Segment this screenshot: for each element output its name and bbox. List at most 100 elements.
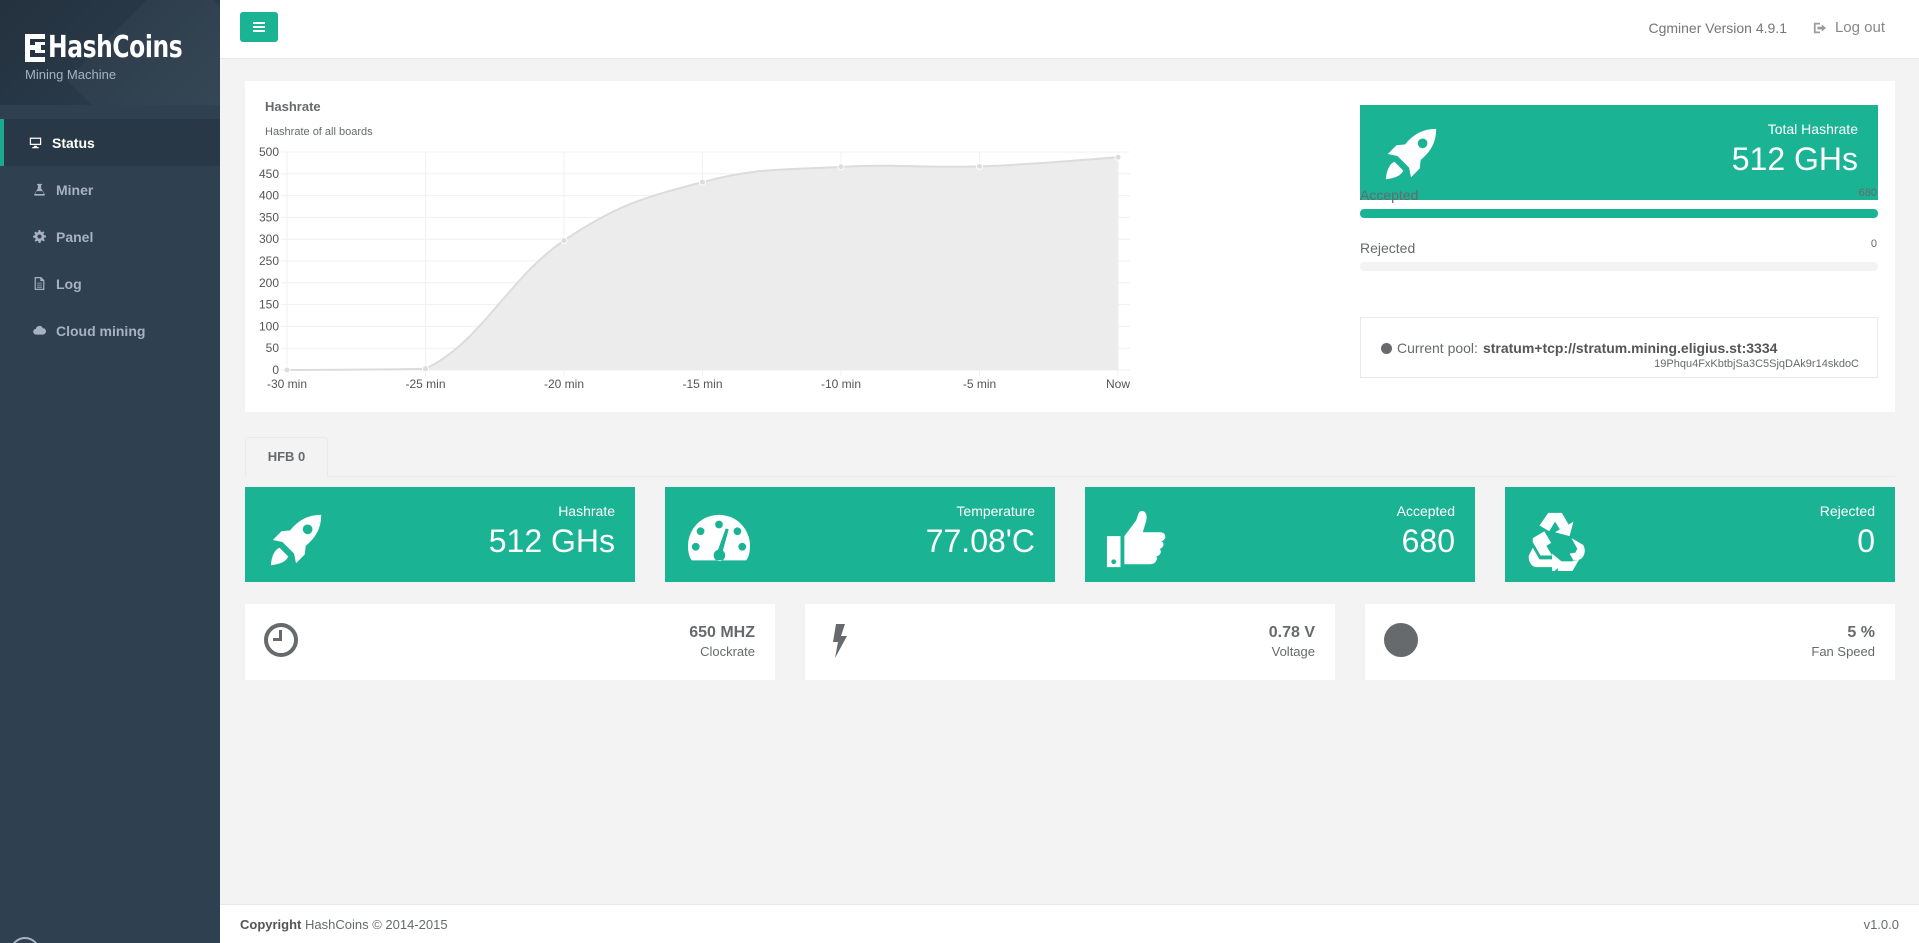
menu-toggle-button[interactable]	[240, 12, 278, 42]
x-tick-label: -10 min	[821, 377, 861, 391]
data-point	[1114, 153, 1122, 161]
board-rejected-value: 0	[1857, 523, 1875, 559]
pool-status-icon	[1381, 342, 1392, 354]
y-tick-label: 500	[259, 145, 279, 159]
sidebar-item-label: Cloud mining	[56, 322, 146, 339]
pool-url: stratum+tcp://stratum.mining.eligius.st:…	[1482, 340, 1778, 356]
y-tick-label: 250	[259, 254, 279, 268]
sidebar-item-cloud-mining[interactable]: Cloud mining	[0, 307, 220, 354]
data-point	[976, 162, 983, 170]
y-tick-label: 0	[272, 363, 279, 377]
sidebar-nav: Status Miner Panel Log Cloud mining	[0, 119, 220, 354]
voltage-value: 0.78 V	[1268, 624, 1315, 641]
flask-icon	[32, 183, 46, 197]
sidebar-item-status[interactable]: Status	[0, 119, 220, 166]
x-tick-label: -15 min	[682, 377, 722, 391]
x-tick-label: -30 min	[267, 377, 307, 391]
sign-out-icon	[1813, 22, 1827, 33]
data-point	[699, 178, 706, 186]
fan-speed-label: Fan Speed	[1811, 644, 1875, 659]
clockrate-value: 650 MHZ	[689, 624, 755, 641]
fan-speed-widget: 5 % Fan Speed	[1365, 604, 1895, 680]
monitor-icon	[28, 136, 42, 150]
file-icon	[32, 277, 46, 291]
top-navbar: Cgminer Version 4.9.1 Log out	[220, 0, 1919, 59]
board-accepted-label: Accepted	[1396, 503, 1455, 519]
total-hashrate-label: Total Hashrate	[1767, 121, 1858, 137]
sidebar-item-panel[interactable]: Panel	[0, 213, 220, 260]
accepted-progress-bar	[1360, 209, 1878, 218]
brand: HashCoins Mining Machine	[0, 0, 220, 105]
thumbs-up-icon	[1106, 510, 1166, 568]
app-version: v1.0.0	[1863, 917, 1899, 932]
footer: Copyright HashCoins © 2014-2015 v1.0.0	[220, 904, 1919, 943]
board-rejected-label: Rejected	[1819, 503, 1875, 519]
board-hashrate-label: Hashrate	[558, 503, 615, 519]
gear-icon	[32, 230, 46, 244]
sidebar-item-log[interactable]: Log	[0, 260, 220, 307]
accepted-count: 680	[1858, 187, 1877, 199]
sidebar: HashCoins Mining Machine Status Miner Pa…	[0, 0, 220, 943]
accepted-progress-fill	[1360, 209, 1878, 218]
total-hashrate-value: 512 GHs	[1731, 141, 1858, 177]
data-point	[837, 163, 845, 171]
voltage-widget: 0.78 V Voltage	[805, 604, 1335, 680]
rocket-icon	[1385, 128, 1437, 180]
clock-icon	[264, 623, 298, 657]
y-tick-label: 50	[266, 341, 280, 355]
avatar	[10, 937, 40, 943]
board-temperature-value: 77.08'C	[925, 523, 1035, 559]
pool-worker-address: 19Phqu4FxKbtbjSa3C5SjqDAk9r14skdoC	[1654, 358, 1859, 370]
data-point	[560, 237, 568, 245]
y-tick-label: 450	[259, 167, 279, 181]
x-tick-label: Now	[1106, 377, 1130, 391]
sidebar-item-miner[interactable]: Miner	[0, 166, 220, 213]
board-hashrate-value: 512 GHs	[488, 523, 615, 559]
data-point	[283, 366, 291, 374]
rocket-icon	[270, 514, 322, 566]
x-tick-label: -20 min	[544, 377, 584, 391]
y-tick-label: 200	[259, 276, 279, 290]
cloud-icon	[32, 324, 46, 338]
cgminer-version: Cgminer Version 4.9.1	[1648, 20, 1787, 36]
x-tick-label: -5 min	[963, 377, 996, 391]
y-tick-label: 400	[259, 189, 279, 203]
y-tick-label: 100	[259, 319, 279, 333]
sidebar-item-label: Panel	[56, 228, 94, 245]
fan-speed-value: 5 %	[1847, 624, 1875, 641]
y-tick-label: 150	[259, 298, 279, 312]
sidebar-item-label: Miner	[56, 181, 94, 198]
y-tick-label: 350	[259, 210, 279, 224]
board-hashrate-widget: Hashrate 512 GHs	[245, 487, 635, 582]
total-hashrate-widget: Total Hashrate 512 GHs	[1360, 105, 1878, 200]
current-pool-box: Current pool: stratum+tcp://stratum.mini…	[1360, 317, 1878, 378]
brand-name: HashCoins	[47, 30, 183, 65]
hashcoins-logo-icon	[25, 33, 45, 62]
sidebar-item-label: Log	[56, 275, 82, 292]
voltage-label: Voltage	[1271, 644, 1315, 659]
x-tick-label: -25 min	[405, 377, 445, 391]
hashrate-panel: Hashrate Hashrate of all boards 0 50 100 15…	[245, 81, 1895, 412]
accepted-label: Accepted	[1360, 187, 1419, 203]
bolt-icon	[833, 624, 847, 658]
tab-hfb-0[interactable]: HFB 0	[245, 437, 328, 477]
series-area	[287, 157, 1118, 370]
logout-link[interactable]: Log out	[1813, 19, 1885, 36]
copyright-text: HashCoins © 2014-2015	[301, 917, 448, 932]
clockrate-label: Clockrate	[700, 644, 755, 659]
hashrate-chart: 0 50 100 150 200 250 300 350 400 450 500 -30 min -25…	[259, 145, 1130, 391]
circle-icon	[1384, 623, 1418, 657]
logout-label: Log out	[1834, 19, 1885, 36]
clockrate-widget: 650 MHZ Clockrate	[245, 604, 775, 680]
main-content: Hashrate Hashrate of all boards 0 50 100 15…	[220, 59, 1919, 904]
rejected-label: Rejected	[1360, 240, 1416, 256]
copyright-label: Copyright	[240, 917, 302, 932]
speedometer-icon	[688, 514, 750, 562]
board-rejected-widget: Rejected 0	[1505, 487, 1895, 582]
y-tick-label: 300	[259, 232, 279, 246]
brand-subtitle: Mining Machine	[25, 67, 117, 82]
rejected-count: 0	[1870, 238, 1877, 250]
board-accepted-widget: Accepted 680	[1085, 487, 1475, 582]
data-point	[422, 365, 429, 373]
pool-prefix: Current pool:	[1397, 340, 1478, 356]
